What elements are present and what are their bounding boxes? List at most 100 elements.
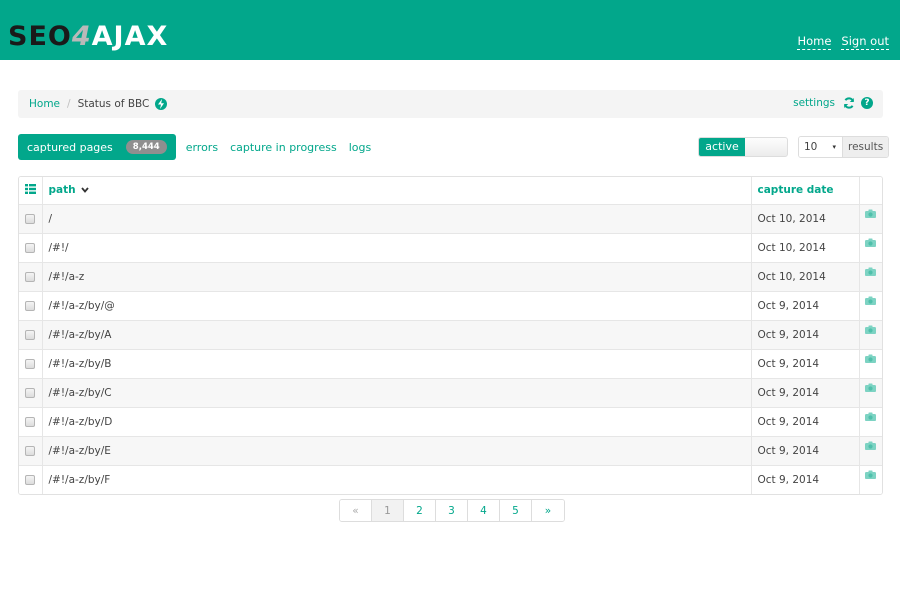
table-row: /#!/a-z/by/D Oct 9, 2014 — [19, 407, 882, 437]
logo-seo: SEO — [8, 21, 72, 52]
row-checkbox-cell — [19, 349, 43, 379]
pagination-page-4[interactable]: 4 — [468, 500, 500, 521]
active-toggle[interactable]: active — [698, 137, 788, 157]
camera-icon[interactable] — [865, 267, 877, 279]
results-per-page-select[interactable]: 10 ▾ — [799, 137, 843, 157]
breadcrumb-home-link[interactable]: Home — [29, 98, 60, 110]
row-checkbox[interactable] — [25, 329, 36, 340]
table-row: /#!/Oct 10, 2014 — [19, 233, 882, 263]
row-checkbox[interactable] — [25, 387, 36, 398]
pagination-next[interactable]: » — [532, 500, 564, 521]
camera-icon[interactable] — [865, 441, 877, 453]
results-per-page: 10 ▾ results — [798, 136, 890, 158]
pagination-page-2[interactable]: 2 — [404, 500, 436, 521]
row-capture-date: Oct 9, 2014 — [751, 465, 860, 494]
row-checkbox-cell — [19, 291, 43, 321]
row-path[interactable]: /#!/a-z/by/D — [42, 407, 752, 437]
row-checkbox[interactable] — [25, 242, 36, 253]
row-path[interactable]: / — [42, 204, 752, 234]
row-path[interactable]: /#!/ — [42, 233, 752, 263]
camera-icon[interactable] — [865, 412, 877, 424]
refresh-icon[interactable] — [843, 97, 855, 109]
row-path[interactable]: /#!/a-z/by/C — [42, 378, 752, 408]
camera-icon[interactable] — [865, 296, 877, 308]
row-capture-date: Oct 9, 2014 — [751, 291, 860, 321]
camera-icon[interactable] — [865, 383, 877, 395]
settings-link[interactable]: settings — [793, 97, 835, 109]
tab-logs[interactable]: logs — [349, 141, 372, 154]
row-capture-date: Oct 10, 2014 — [751, 233, 860, 263]
row-actions-cell — [859, 407, 882, 437]
row-path[interactable]: /#!/a-z/by/E — [42, 436, 752, 466]
list-icon[interactable] — [24, 183, 36, 197]
bolt-icon[interactable] — [155, 98, 168, 110]
tab-errors[interactable]: errors — [186, 141, 218, 154]
table-row: / Oct 10, 2014 — [19, 204, 882, 234]
chevron-down-icon[interactable] — [79, 186, 90, 195]
row-checkbox[interactable] — [25, 445, 36, 456]
table-row: /#!/a-z/by/F Oct 9, 2014 — [19, 465, 882, 494]
row-capture-date: Oct 9, 2014 — [751, 320, 860, 350]
row-checkbox[interactable] — [25, 474, 36, 485]
help-icon[interactable]: ? — [861, 97, 873, 109]
camera-icon[interactable] — [865, 325, 877, 337]
row-capture-date: Oct 10, 2014 — [751, 204, 860, 234]
pagination-page-1[interactable]: 1 — [372, 500, 404, 521]
camera-icon[interactable] — [865, 238, 877, 250]
row-capture-date: Oct 9, 2014 — [751, 349, 860, 379]
row-actions-cell — [859, 233, 882, 263]
table-row: /#!/a-z/by/C Oct 9, 2014 — [19, 378, 882, 408]
row-path[interactable]: /#!/a-z — [42, 262, 752, 292]
table-row: /#!/a-z/by/A Oct 9, 2014 — [19, 320, 882, 350]
row-path[interactable]: /#!/a-z/by/@ — [42, 291, 752, 321]
row-checkbox[interactable] — [25, 300, 36, 311]
pagination-prev[interactable]: « — [340, 500, 372, 521]
caret-down-icon: ▾ — [832, 143, 836, 151]
brand-logo[interactable]: SEO 4 AJAX — [8, 21, 168, 52]
row-checkbox-cell — [19, 407, 43, 437]
nav-signout-link[interactable]: Sign out — [841, 34, 889, 50]
row-capture-date: Oct 9, 2014 — [751, 378, 860, 408]
camera-icon[interactable] — [865, 209, 877, 221]
row-checkbox-cell — [19, 465, 43, 494]
row-checkbox[interactable] — [25, 416, 36, 427]
tab-capture-in-progress[interactable]: capture in progress — [230, 141, 337, 154]
results-addon-label: results — [843, 137, 889, 157]
row-checkbox[interactable] — [25, 271, 36, 282]
row-checkbox-cell — [19, 436, 43, 466]
table-row: /#!/a-z Oct 10, 2014 — [19, 262, 882, 292]
nav-home-link[interactable]: Home — [797, 34, 832, 50]
pagination-page-5[interactable]: 5 — [500, 500, 532, 521]
tab-captured-pages-label: captured pages — [27, 140, 113, 154]
column-header-capture-date[interactable]: capture date — [751, 177, 860, 205]
breadcrumb-current: Status of BBC — [77, 98, 150, 110]
camera-icon[interactable] — [865, 470, 877, 482]
row-checkbox-cell — [19, 320, 43, 350]
row-capture-date: Oct 10, 2014 — [751, 262, 860, 292]
path-header-label: path — [48, 184, 76, 197]
active-toggle-label: active — [699, 138, 745, 156]
row-path[interactable]: /#!/a-z/by/B — [42, 349, 752, 379]
results-per-page-value: 10 — [804, 141, 818, 153]
camera-icon[interactable] — [865, 354, 877, 366]
row-actions-cell — [859, 291, 882, 321]
table-row: /#!/a-z/by/B Oct 9, 2014 — [19, 349, 882, 379]
row-capture-date: Oct 9, 2014 — [751, 407, 860, 437]
row-checkbox-cell — [19, 378, 43, 408]
nav-links: Home Sign out — [797, 34, 889, 50]
row-path[interactable]: /#!/a-z/by/F — [42, 465, 752, 494]
row-checkbox-cell — [19, 262, 43, 292]
pagination-page-3[interactable]: 3 — [436, 500, 468, 521]
column-header-path[interactable]: path — [42, 177, 752, 205]
row-checkbox[interactable] — [25, 358, 36, 369]
logo-four: 4 — [71, 21, 92, 52]
row-actions-cell — [859, 465, 882, 494]
column-header-actions — [859, 177, 882, 205]
view-tabs: captured pages 8,444 errors capture in p… — [18, 134, 371, 160]
row-path[interactable]: /#!/a-z/by/A — [42, 320, 752, 350]
row-actions-cell — [859, 204, 882, 234]
breadcrumb-separator: / — [67, 98, 71, 110]
row-checkbox[interactable] — [25, 213, 36, 224]
navbar: SEO 4 AJAX Home Sign out — [0, 0, 900, 60]
tab-captured-pages[interactable]: captured pages 8,444 — [18, 134, 176, 160]
